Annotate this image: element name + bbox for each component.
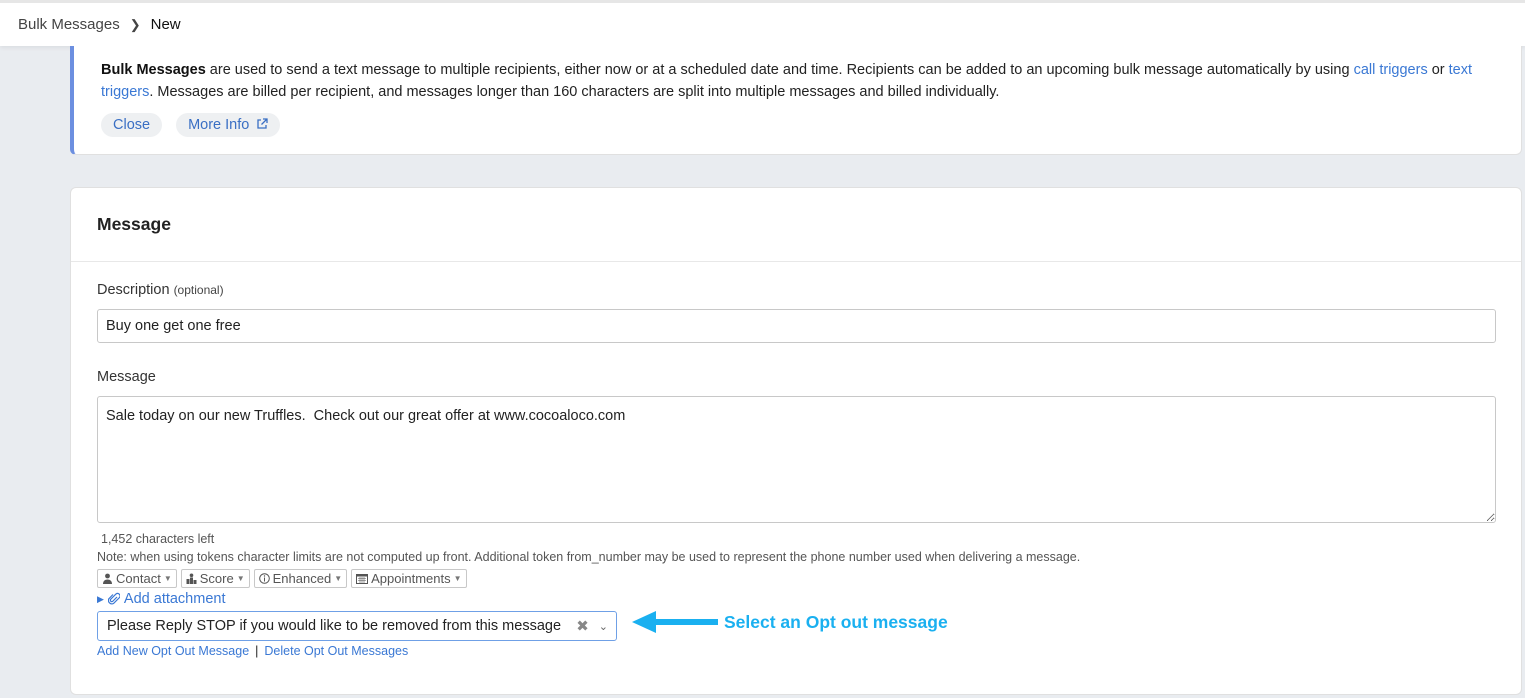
description-label: Description (optional) bbox=[97, 282, 224, 298]
description-hint: (optional) bbox=[173, 283, 224, 297]
message-label: Message bbox=[97, 369, 156, 385]
caret-down-icon: ▼ bbox=[163, 574, 172, 583]
add-attachment-label: Add attachment bbox=[123, 591, 226, 607]
caret-down-icon: ▼ bbox=[334, 574, 343, 583]
caret-right-icon: ▶ bbox=[97, 593, 104, 604]
token-label: Enhanced bbox=[272, 571, 332, 586]
info-text-3: . Messages are billed per recipient, and… bbox=[149, 84, 1000, 100]
delete-opt-out-link[interactable]: Delete Opt Out Messages bbox=[264, 644, 408, 658]
add-opt-out-link[interactable]: Add New Opt Out Message bbox=[97, 644, 249, 658]
more-info-label: More Info bbox=[188, 117, 250, 133]
token-score[interactable]: Score ▼ bbox=[180, 569, 250, 588]
token-note: Note: when using tokens character limits… bbox=[97, 550, 1081, 564]
podium-icon bbox=[186, 573, 197, 584]
paperclip-icon bbox=[107, 592, 120, 605]
token-label: Appointments bbox=[371, 571, 451, 586]
description-label-text: Description bbox=[97, 282, 170, 298]
token-contact[interactable]: Contact ▼ bbox=[97, 569, 177, 588]
close-button[interactable]: Close bbox=[101, 113, 163, 137]
description-input[interactable] bbox=[97, 309, 1496, 343]
card-title: Message bbox=[71, 188, 1521, 262]
chars-left: 1,452 characters left bbox=[101, 532, 215, 546]
divider: | bbox=[255, 644, 259, 658]
chevron-down-icon[interactable]: ⌄ bbox=[599, 620, 608, 633]
annotation-text: Select an Opt out message bbox=[724, 611, 948, 632]
arrow-left-icon bbox=[632, 611, 718, 633]
info-panel: Bulk Messages are used to send a text me… bbox=[70, 46, 1522, 155]
external-link-icon bbox=[257, 118, 269, 129]
info-text-2: or bbox=[1427, 62, 1449, 78]
info-bold: Bulk Messages bbox=[101, 62, 206, 78]
opt-out-selected-value: Please Reply STOP if you would like to b… bbox=[107, 618, 562, 634]
more-info-button[interactable]: More Info bbox=[176, 113, 281, 137]
person-icon bbox=[103, 573, 112, 584]
opt-out-links: Add New Opt Out Message | Delete Opt Out… bbox=[97, 644, 408, 658]
chevron-right-icon: ❯ bbox=[129, 16, 141, 32]
caret-down-icon: ▼ bbox=[453, 574, 462, 583]
info-text: Bulk Messages are used to send a text me… bbox=[101, 59, 1521, 103]
breadcrumb-bar: Bulk Messages ❯ New bbox=[0, 0, 1525, 46]
token-enhanced[interactable]: Enhanced ▼ bbox=[253, 569, 348, 588]
info-circle-icon bbox=[258, 573, 270, 584]
breadcrumb-parent[interactable]: Bulk Messages bbox=[18, 16, 120, 33]
breadcrumb-current: New bbox=[150, 16, 181, 33]
token-label: Contact bbox=[116, 571, 161, 586]
info-text-1: are used to send a text message to multi… bbox=[205, 62, 1354, 78]
call-triggers-link[interactable]: call triggers bbox=[1354, 62, 1428, 78]
token-bar: Contact ▼ Score ▼ Enhanced ▼ Appointment… bbox=[97, 569, 467, 588]
message-textarea[interactable]: Sale today on our new Truffles. Check ou… bbox=[97, 396, 1496, 523]
add-attachment-link[interactable]: ▶ Add attachment bbox=[97, 591, 226, 607]
calendar-icon bbox=[356, 574, 369, 584]
clear-icon[interactable]: ✖ bbox=[576, 617, 589, 635]
caret-down-icon: ▼ bbox=[236, 574, 245, 583]
token-appointments[interactable]: Appointments ▼ bbox=[351, 569, 467, 588]
annotation: Select an Opt out message bbox=[632, 611, 948, 633]
token-label: Score bbox=[199, 571, 234, 586]
opt-out-select[interactable]: Please Reply STOP if you would like to b… bbox=[97, 611, 617, 641]
